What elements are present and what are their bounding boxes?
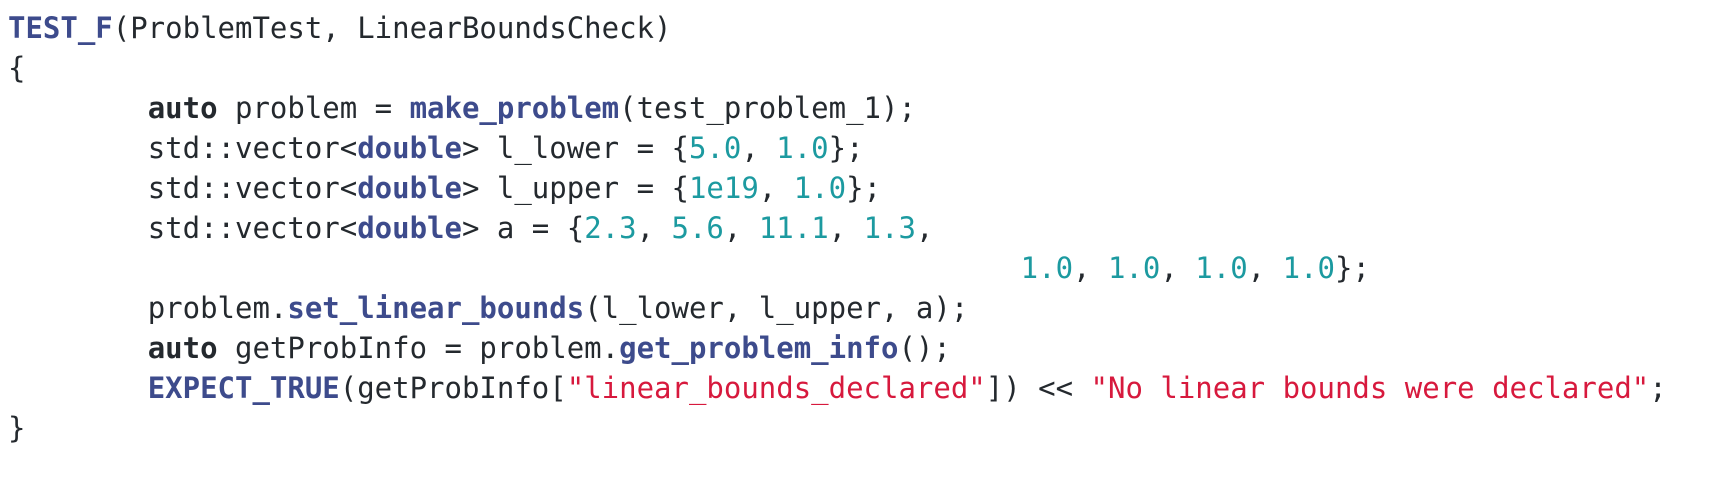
macro-name: EXPECT_TRUE: [147, 371, 340, 405]
number-literal: 5.0: [688, 131, 742, 165]
separator: ,: [741, 131, 777, 165]
function-name: get_problem_info: [619, 331, 899, 365]
code-text: ,: [915, 211, 934, 245]
code-text: std::vector<: [147, 211, 358, 245]
function-name: set_linear_bounds: [287, 291, 585, 325]
code-text: ;: [1649, 371, 1667, 405]
code-text: };: [1334, 251, 1370, 285]
code-text: > l_upper = {: [461, 171, 689, 205]
number-literal: 1.0: [793, 171, 847, 205]
code-text: ]) <<: [985, 371, 1091, 405]
code-text: (l_lower, l_upper, a);: [584, 291, 969, 325]
close-brace: }: [8, 411, 26, 445]
code-line-6: std::vector<double> a = {2.3, 5.6, 11.1,…: [8, 206, 934, 250]
code-line-2: {: [8, 46, 25, 90]
open-brace: {: [8, 51, 26, 85]
code-line-4: std::vector<double> l_lower = {5.0, 1.0}…: [8, 126, 864, 170]
code-text: getProbInfo = problem.: [217, 331, 620, 365]
code-line-1: TEST_F(ProblemTest, LinearBoundsCheck): [8, 6, 671, 50]
code-text: (getProbInfo[: [339, 371, 567, 405]
type-name: double: [357, 171, 462, 205]
number-literal: 11.1: [758, 211, 829, 245]
number-literal: 1.0: [1195, 251, 1248, 285]
separator: ,: [1073, 251, 1108, 285]
keyword: auto: [147, 331, 218, 365]
code-line-10: EXPECT_TRUE(getProbInfo["linear_bounds_d…: [8, 366, 1667, 410]
code-line-7: 1.0, 1.0, 1.0, 1.0};: [8, 246, 1370, 290]
code-text: problem.: [147, 291, 288, 325]
separator: ,: [636, 211, 672, 245]
code-line-8: problem.set_linear_bounds(l_lower, l_upp…: [8, 286, 969, 330]
number-literal: 1.0: [1020, 251, 1074, 285]
code-line-3: auto problem = make_problem(test_problem…: [8, 86, 916, 130]
code-text: };: [846, 171, 882, 205]
string-literal: "No linear bounds were declared": [1090, 371, 1650, 405]
code-text: > l_lower = {: [461, 131, 689, 165]
number-literal: 2.3: [584, 211, 637, 245]
code-text: > a = {: [461, 211, 585, 245]
keyword: auto: [147, 91, 218, 125]
macro-args: (ProblemTest, LinearBoundsCheck): [112, 11, 672, 45]
code-line-9: auto getProbInfo = problem.get_problem_i…: [8, 326, 951, 370]
code-line-5: std::vector<double> l_upper = {1e19, 1.0…: [8, 166, 881, 210]
code-text: };: [828, 131, 864, 165]
type-name: double: [357, 131, 462, 165]
code-text: std::vector<: [147, 171, 358, 205]
number-literal: 1.3: [863, 211, 916, 245]
number-literal: 1e19: [688, 171, 759, 205]
number-literal: 5.6: [671, 211, 724, 245]
code-text: std::vector<: [147, 131, 358, 165]
separator: ,: [828, 211, 864, 245]
separator: ,: [1160, 251, 1196, 285]
string-literal: "linear_bounds_declared": [566, 371, 986, 405]
code-text: (test_problem_1);: [619, 91, 916, 125]
number-literal: 1.0: [776, 131, 829, 165]
number-literal: 1.0: [1107, 251, 1161, 285]
code-text: problem =: [217, 91, 410, 125]
separator: ,: [1247, 251, 1283, 285]
number-literal: 1.0: [1282, 251, 1335, 285]
code-line-11: }: [8, 406, 25, 450]
separator: ,: [723, 211, 759, 245]
code-text: ();: [898, 331, 951, 365]
code-block: TEST_F(ProblemTest, LinearBoundsCheck) {…: [0, 0, 1722, 500]
macro-name: TEST_F: [8, 11, 113, 45]
separator: ,: [758, 171, 794, 205]
type-name: double: [357, 211, 462, 245]
function-name: make_problem: [409, 91, 620, 125]
